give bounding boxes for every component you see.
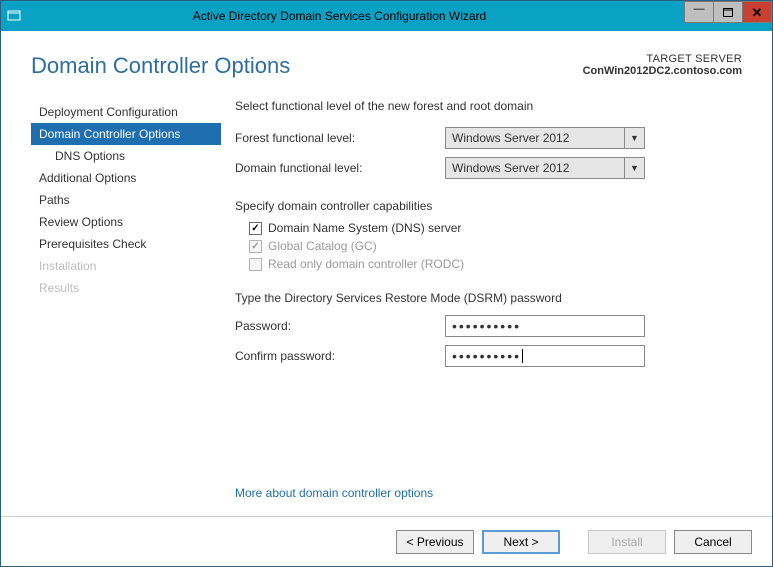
forest-level-combobox[interactable]: Windows Server 2012 ▼	[445, 127, 645, 149]
wizard-window: Active Directory Domain Services Configu…	[0, 0, 773, 567]
window-controls: — ✕	[685, 1, 772, 23]
target-server-label: TARGET SERVER	[583, 53, 742, 65]
domain-level-row: Domain functional level: Windows Server …	[235, 157, 742, 179]
nav-installation: Installation	[31, 255, 221, 277]
global-catalog-checkbox	[249, 240, 262, 253]
confirm-password-row: Confirm password: ••••••••••	[235, 345, 742, 367]
nav-additional-options[interactable]: Additional Options	[31, 167, 221, 189]
maximize-button[interactable]	[713, 1, 743, 23]
body: Deployment Configuration Domain Controll…	[1, 87, 772, 516]
chevron-down-icon[interactable]: ▼	[625, 157, 645, 179]
nav-domain-controller-options[interactable]: Domain Controller Options	[31, 123, 221, 145]
page-header: Domain Controller Options TARGET SERVER …	[1, 31, 772, 87]
nav-paths[interactable]: Paths	[31, 189, 221, 211]
target-server-value: ConWin2012DC2.contoso.com	[583, 65, 742, 77]
close-button[interactable]: ✕	[742, 1, 772, 23]
confirm-password-label: Confirm password:	[235, 349, 445, 363]
global-catalog-checkbox-row: Global Catalog (GC)	[235, 237, 742, 255]
dns-server-checkbox[interactable]	[249, 222, 262, 235]
text-cursor	[522, 349, 523, 363]
rodc-label: Read only domain controller (RODC)	[268, 257, 464, 271]
dsrm-heading: Type the Directory Services Restore Mode…	[235, 291, 742, 305]
chevron-down-icon[interactable]: ▼	[625, 127, 645, 149]
domain-level-label: Domain functional level:	[235, 161, 445, 175]
rodc-checkbox	[249, 258, 262, 271]
target-server-block: TARGET SERVER ConWin2012DC2.contoso.com	[583, 53, 742, 77]
minimize-button[interactable]: —	[684, 1, 714, 23]
previous-button[interactable]: < Previous	[396, 530, 474, 554]
password-label: Password:	[235, 319, 445, 333]
nav-deployment-configuration[interactable]: Deployment Configuration	[31, 101, 221, 123]
dns-server-checkbox-row: Domain Name System (DNS) server	[235, 219, 742, 237]
main-pane: Select functional level of the new fores…	[221, 97, 742, 516]
nav-prerequisites-check[interactable]: Prerequisites Check	[31, 233, 221, 255]
more-about-link[interactable]: More about domain controller options	[235, 486, 742, 500]
capabilities-heading: Specify domain controller capabilities	[235, 199, 742, 213]
next-button[interactable]: Next >	[482, 530, 560, 554]
nav-dns-options[interactable]: DNS Options	[31, 145, 221, 167]
domain-level-value: Windows Server 2012	[445, 157, 625, 179]
window-title: Active Directory Domain Services Configu…	[27, 9, 772, 23]
forest-level-label: Forest functional level:	[235, 131, 445, 145]
footer-buttons: < Previous Next > Install Cancel	[1, 516, 772, 566]
forest-level-value: Windows Server 2012	[445, 127, 625, 149]
password-row: Password: ••••••••••	[235, 315, 742, 337]
title-bar: Active Directory Domain Services Configu…	[1, 1, 772, 31]
system-menu-icon[interactable]	[1, 1, 27, 31]
nav-review-options[interactable]: Review Options	[31, 211, 221, 233]
password-input[interactable]: ••••••••••	[445, 315, 645, 337]
nav-sidebar: Deployment Configuration Domain Controll…	[31, 97, 221, 516]
rodc-checkbox-row: Read only domain controller (RODC)	[235, 255, 742, 273]
global-catalog-label: Global Catalog (GC)	[268, 239, 377, 253]
forest-level-row: Forest functional level: Windows Server …	[235, 127, 742, 149]
functional-level-intro: Select functional level of the new fores…	[235, 99, 742, 113]
dns-server-label: Domain Name System (DNS) server	[268, 221, 461, 235]
nav-results: Results	[31, 277, 221, 299]
confirm-password-input[interactable]: ••••••••••	[445, 345, 645, 367]
domain-level-combobox[interactable]: Windows Server 2012 ▼	[445, 157, 645, 179]
page-title: Domain Controller Options	[31, 53, 583, 79]
cancel-button[interactable]: Cancel	[674, 530, 752, 554]
install-button: Install	[588, 530, 666, 554]
